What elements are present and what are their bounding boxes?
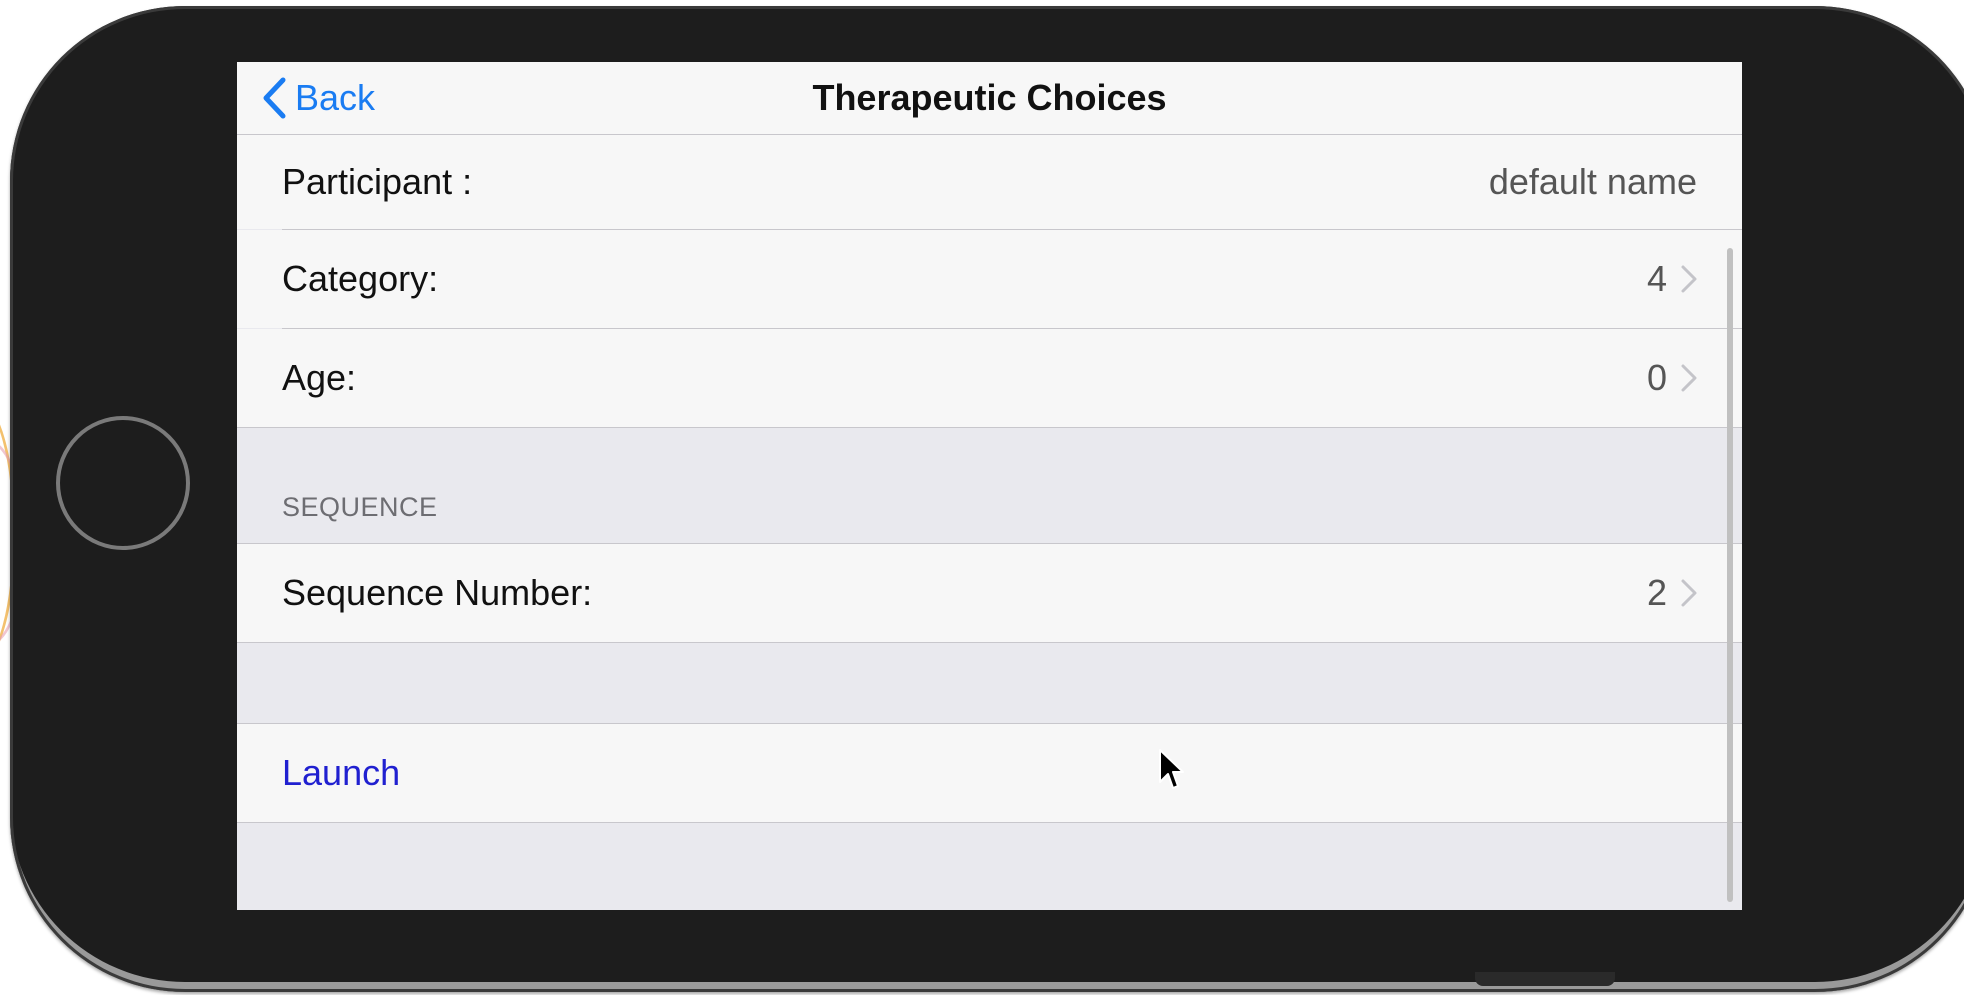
back-label: Back [295,77,376,118]
sequence-number-value: 2 [1646,572,1667,613]
chevron-right-icon [1681,265,1697,293]
launch-button[interactable]: Launch [282,752,400,794]
device-side-button [1475,972,1615,986]
back-button[interactable]: Back [261,72,375,124]
age-label: Age: [282,357,357,398]
section-header-sequence: SEQUENCE [282,492,438,522]
category-row[interactable]: Category: 4 [237,230,1742,328]
sequence-number-row[interactable]: Sequence Number: 2 [237,544,1742,642]
sequence-number-label: Sequence Number: [282,572,593,613]
participant-label: Participant : [282,161,473,202]
page-title: Therapeutic Choices [812,77,1167,118]
section-separator [237,427,1742,428]
mouse-pointer-icon [1159,749,1184,789]
navigation-bar: Therapeutic Choices Back [237,62,1742,135]
stage: Therapeutic Choices Back Participant : d… [0,0,1964,995]
chevron-right-icon [1681,579,1697,607]
participant-value: default name [1488,161,1697,202]
category-value: 4 [1646,258,1667,299]
age-value: 0 [1646,357,1667,398]
chevron-left-icon [263,77,286,119]
home-button[interactable] [56,416,190,550]
participant-row: Participant : default name [237,135,1742,229]
section-separator [237,822,1742,823]
app-screen: Therapeutic Choices Back Participant : d… [237,62,1742,910]
category-label: Category: [282,258,439,299]
chevron-right-icon [1681,364,1697,392]
vertical-scrollbar[interactable] [1727,248,1733,902]
section-separator [237,642,1742,643]
launch-row[interactable]: Launch [237,724,1742,822]
age-row[interactable]: Age: 0 [237,329,1742,427]
